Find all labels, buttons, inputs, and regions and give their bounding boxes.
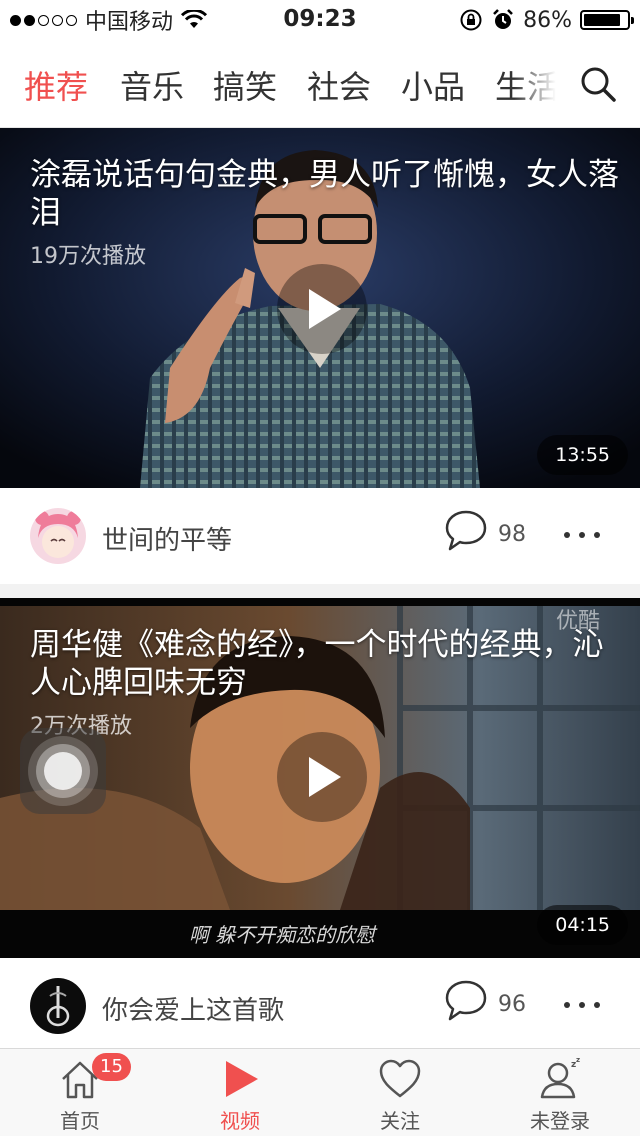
tab-label: 视频	[220, 1109, 260, 1133]
tab-sketch[interactable]: 小品	[401, 62, 465, 108]
alarm-icon	[493, 9, 513, 29]
notification-badge: 15	[92, 1053, 131, 1081]
video-duration: 04:15	[537, 905, 628, 945]
play-icon	[309, 757, 341, 797]
video-title[interactable]: 周华健《难念的经》，一个时代的经典，沁人心脾回味无穷	[30, 626, 620, 702]
tab-label: 首页	[60, 1109, 100, 1133]
tab-society[interactable]: 社会	[307, 62, 371, 108]
tab-life[interactable]: 生活	[495, 62, 559, 108]
user-sleep-icon: z z	[540, 1057, 580, 1099]
tab-video[interactable]: 视频	[160, 1049, 320, 1136]
play-icon	[309, 289, 341, 329]
avatar[interactable]	[30, 508, 86, 564]
tab-follow[interactable]: 关注	[320, 1049, 480, 1136]
video-meta-row: 你会爱上这首歌 96	[0, 958, 640, 1054]
comment-count: 98	[498, 522, 526, 547]
search-icon[interactable]	[578, 64, 618, 104]
comment-icon[interactable]	[444, 978, 488, 1022]
assistive-touch-button[interactable]	[20, 728, 106, 814]
comment-count: 96	[498, 992, 526, 1017]
play-button[interactable]	[277, 732, 367, 822]
tab-recommend[interactable]: 推荐	[24, 62, 88, 108]
tab-profile[interactable]: z z 未登录	[480, 1049, 640, 1136]
video-subtitle: 啊 躲不开痴恋的欣慰	[189, 923, 378, 947]
tab-music[interactable]: 音乐	[120, 62, 184, 108]
tab-label: 关注	[380, 1109, 420, 1133]
category-tab-bar: 推荐 音乐 搞笑 社会 小品 生活	[0, 40, 640, 128]
video-card: 涂磊说话句句金典，男人听了惭愧，女人落泪 19万次播放 13:55 世间的平等 …	[0, 128, 640, 584]
author-name[interactable]: 世间的平等	[102, 520, 232, 557]
avatar[interactable]	[30, 978, 86, 1034]
more-options-button[interactable]	[564, 1002, 600, 1008]
video-meta-row: 世间的平等 98	[0, 488, 640, 584]
battery-icon	[580, 10, 634, 30]
comment-icon[interactable]	[444, 508, 488, 552]
svg-text:z: z	[576, 1057, 580, 1064]
video-duration: 13:55	[537, 435, 628, 475]
tab-home[interactable]: 15 首页	[0, 1049, 160, 1136]
play-button[interactable]	[277, 264, 367, 354]
play-icon	[226, 1061, 258, 1097]
heart-icon	[379, 1059, 421, 1098]
battery-percent: 86%	[523, 7, 572, 33]
status-right: 86%	[459, 6, 634, 34]
bottom-tab-bar: 15 首页 视频 关注 z z 未登录	[0, 1048, 640, 1136]
video-card: 优酷 啊 躲不开痴恋的欣慰 周华健《难念的经》，一个时代的经典，沁人心脾回味无穷…	[0, 598, 640, 1054]
more-options-button[interactable]	[564, 532, 600, 538]
play-count: 19万次播放	[30, 244, 146, 269]
tab-label: 未登录	[530, 1109, 590, 1133]
author-name[interactable]: 你会爱上这首歌	[102, 990, 284, 1027]
status-bar: 中国移动 09:23 86%	[0, 0, 640, 40]
video-thumbnail[interactable]: 涂磊说话句句金典，男人听了惭愧，女人落泪 19万次播放 13:55	[0, 128, 640, 488]
video-title[interactable]: 涂磊说话句句金典，男人听了惭愧，女人落泪	[30, 156, 620, 232]
tab-funny[interactable]: 搞笑	[213, 62, 277, 108]
rotation-lock-icon	[460, 9, 482, 31]
